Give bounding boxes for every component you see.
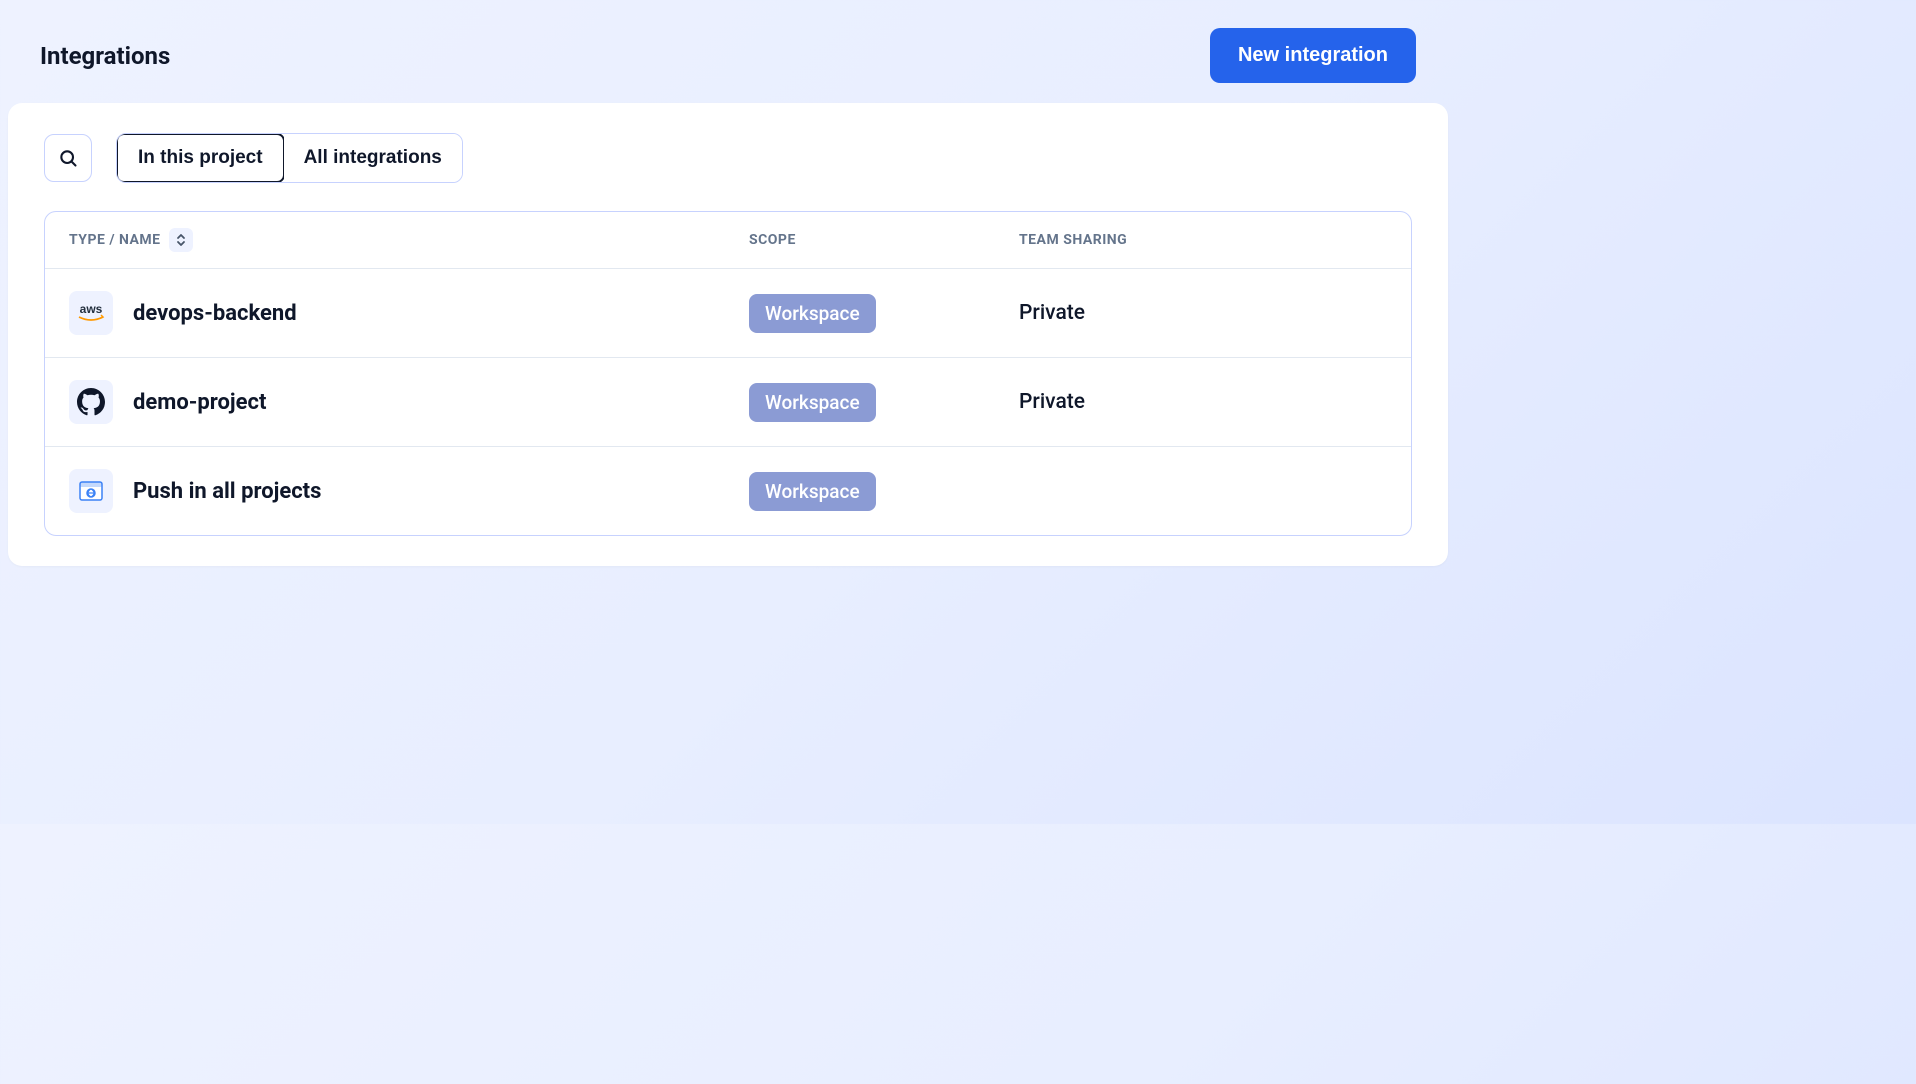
table-row[interactable]: demo-project Workspace Private — [45, 358, 1411, 447]
integrations-table: TYPE / NAME SCOPE TEAM SHARING aws — [44, 211, 1412, 536]
integration-name: demo-project — [133, 390, 266, 415]
scope-badge: Workspace — [749, 294, 876, 333]
column-header-sharing: TEAM SHARING — [1019, 228, 1387, 252]
filter-tabs: In this project All integrations — [116, 133, 463, 183]
column-header-name-label: TYPE / NAME — [69, 232, 161, 248]
aws-icon: aws — [69, 291, 113, 335]
scope-badge: Workspace — [749, 383, 876, 422]
scope-cell: Workspace — [749, 383, 1019, 422]
tab-all-integrations[interactable]: All integrations — [284, 134, 462, 182]
search-button[interactable] — [44, 134, 92, 182]
page-title: Integrations — [40, 42, 170, 70]
column-header-name: TYPE / NAME — [69, 228, 749, 252]
column-header-scope: SCOPE — [749, 228, 1019, 252]
sharing-cell: Private — [1019, 390, 1387, 414]
page-header: Integrations New integration — [8, 8, 1448, 103]
filter-row: In this project All integrations — [44, 133, 1412, 183]
search-icon — [58, 148, 78, 168]
integration-name: devops-backend — [133, 301, 297, 326]
integration-name: Push in all projects — [133, 479, 321, 504]
new-integration-button[interactable]: New integration — [1210, 28, 1416, 83]
tab-in-this-project[interactable]: In this project — [116, 133, 285, 183]
sharing-cell: Private — [1019, 301, 1387, 325]
sort-button[interactable] — [169, 228, 193, 252]
name-cell: Push in all projects — [69, 469, 749, 513]
scope-cell: Workspace — [749, 294, 1019, 333]
table-row[interactable]: aws devops-backend Workspace Private — [45, 269, 1411, 358]
svg-text:aws: aws — [80, 302, 103, 316]
table-header: TYPE / NAME SCOPE TEAM SHARING — [45, 212, 1411, 269]
sort-icon — [175, 233, 187, 247]
scope-cell: Workspace — [749, 472, 1019, 511]
name-cell: demo-project — [69, 380, 749, 424]
webhook-icon — [69, 469, 113, 513]
name-cell: aws devops-backend — [69, 291, 749, 335]
table-row[interactable]: Push in all projects Workspace — [45, 447, 1411, 535]
scope-badge: Workspace — [749, 472, 876, 511]
main-panel: In this project All integrations TYPE / … — [8, 103, 1448, 566]
github-icon — [69, 380, 113, 424]
